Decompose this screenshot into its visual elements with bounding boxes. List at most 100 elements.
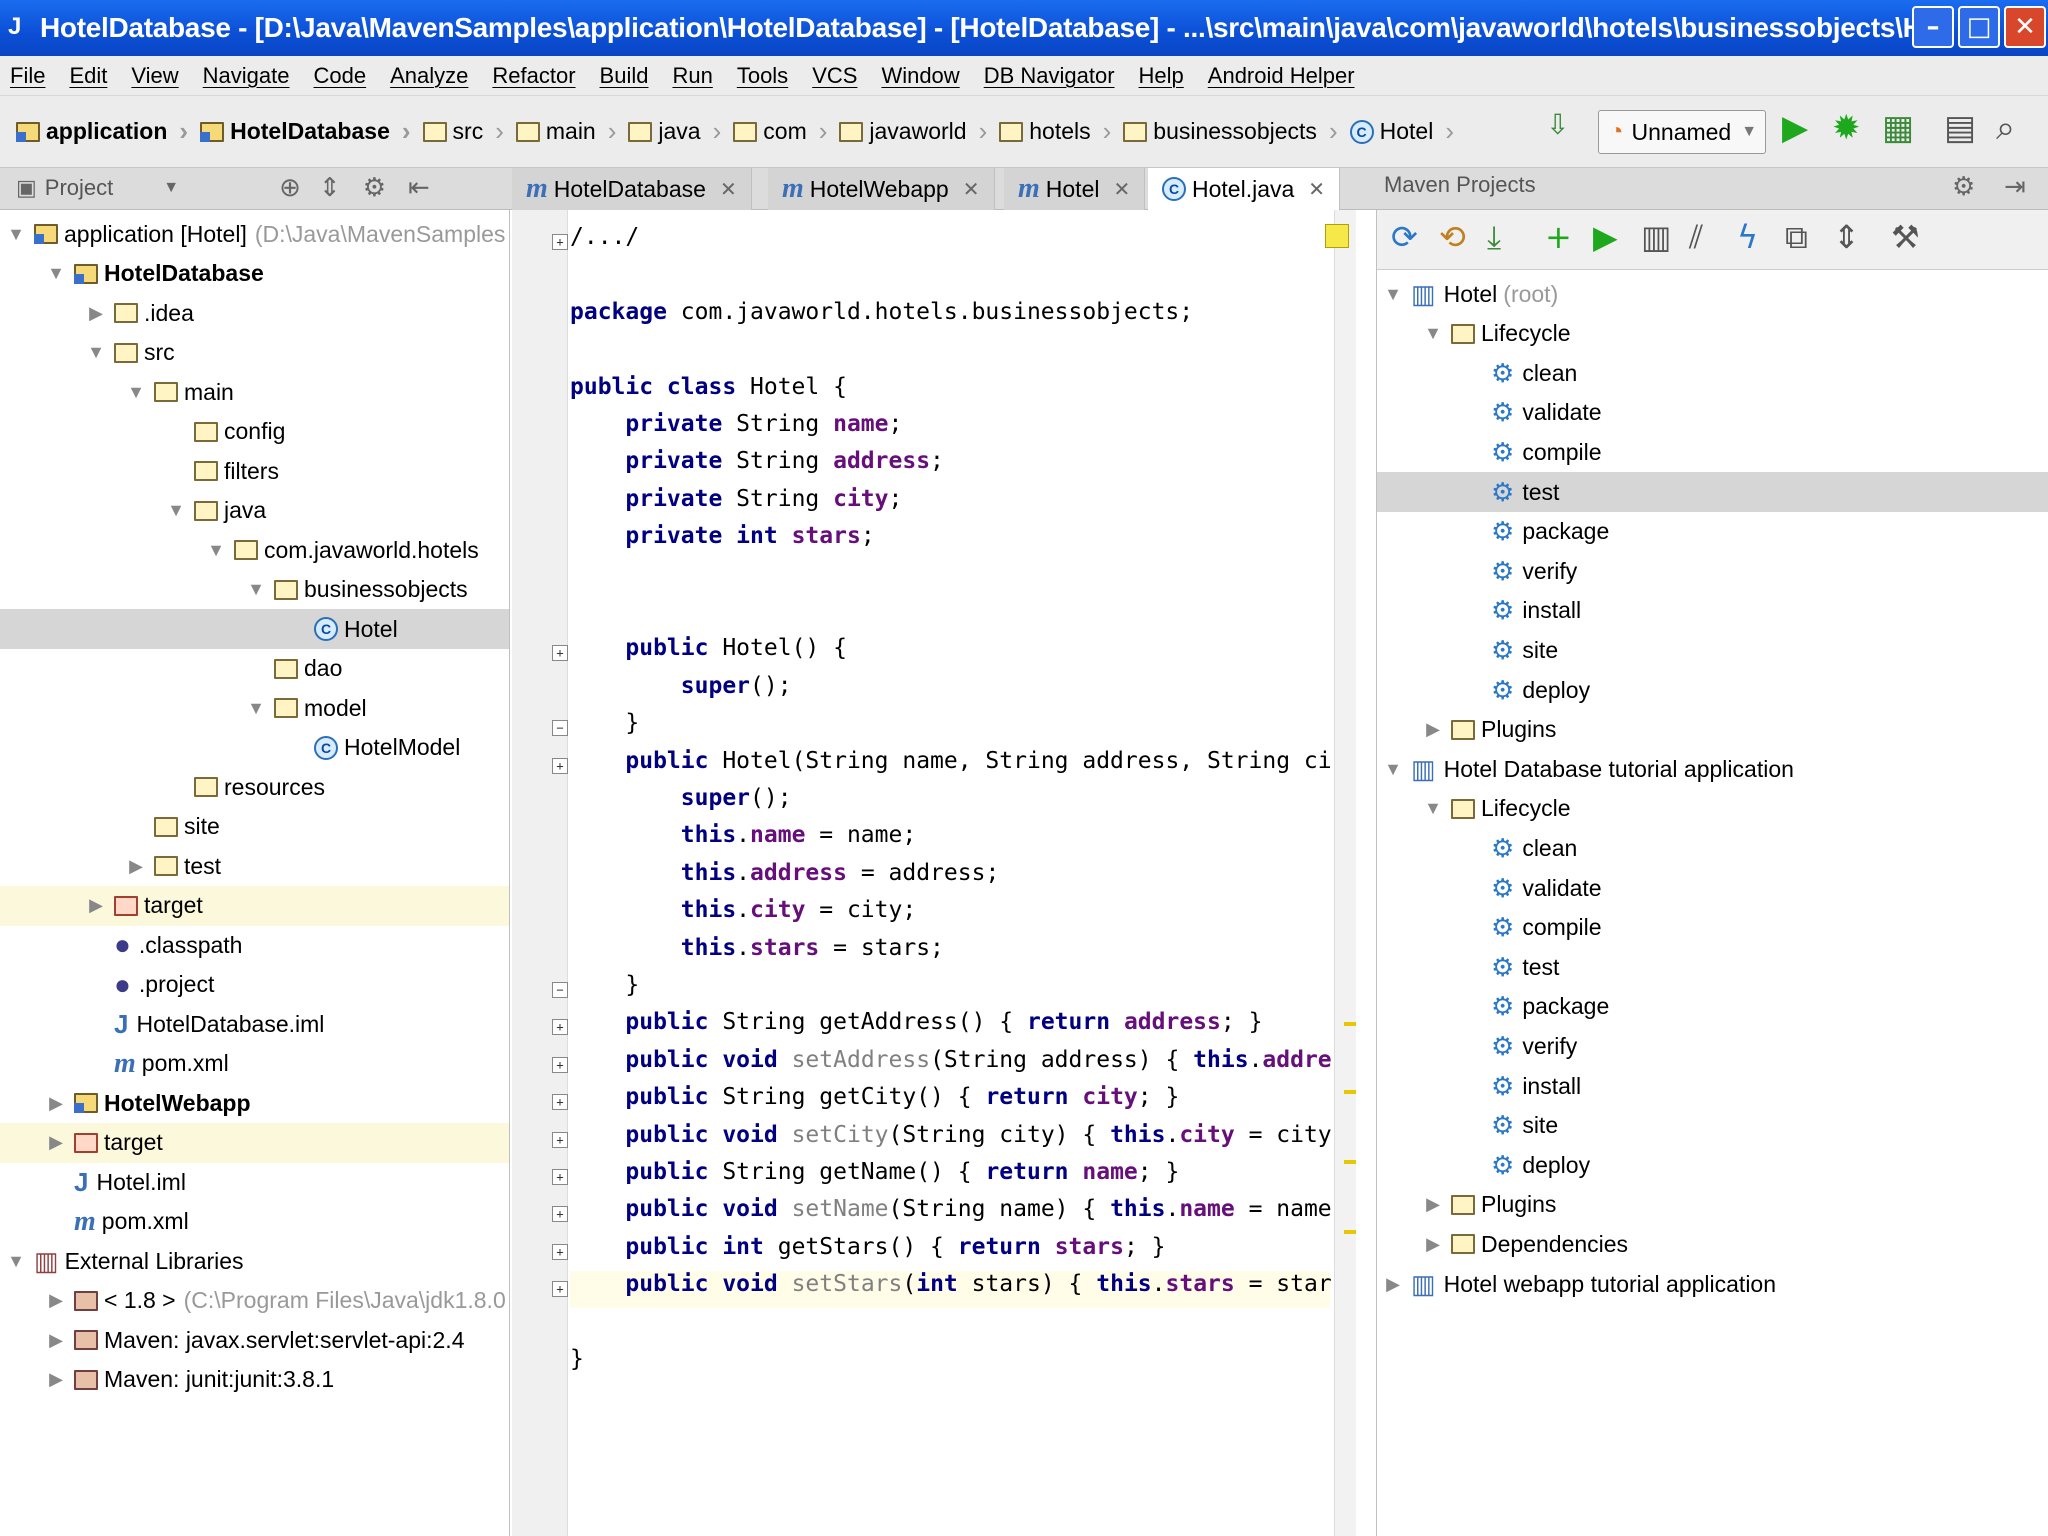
tree-item[interactable]: ● .classpath bbox=[0, 925, 509, 965]
menu-file[interactable]: File bbox=[10, 63, 45, 89]
expand-arrow-icon[interactable]: ▶ bbox=[46, 1369, 66, 1390]
tree-item[interactable]: ▶ target bbox=[0, 885, 509, 926]
breadcrumb-item-main[interactable]: main › bbox=[515, 116, 616, 147]
warning-marker[interactable] bbox=[1344, 1230, 1356, 1234]
close-icon[interactable]: ✕ bbox=[1113, 177, 1130, 202]
fold-toggle-icon[interactable]: + bbox=[552, 757, 568, 774]
project-structure-icon[interactable]: ▤ bbox=[1944, 108, 1976, 148]
tree-item[interactable]: ▼ com.javaworld.hotels bbox=[0, 530, 509, 570]
expand-arrow-icon[interactable]: ▶ bbox=[46, 1330, 66, 1351]
tree-item[interactable]: C HotelModel bbox=[0, 728, 509, 768]
expand-arrow-icon[interactable]: ▶ bbox=[86, 895, 106, 916]
fold-toggle-icon[interactable]: + bbox=[552, 645, 568, 662]
breadcrumb-item-application[interactable]: application › bbox=[16, 116, 188, 147]
tab-hoteldatabase[interactable]: m HotelDatabase ✕ bbox=[512, 168, 752, 210]
maven-tree-item[interactable]: ⚙ install bbox=[1377, 1066, 2048, 1106]
tree-item[interactable]: ▼ main bbox=[0, 372, 509, 412]
breadcrumb-item-java[interactable]: java › bbox=[628, 116, 721, 147]
fold-toggle-icon[interactable]: − bbox=[552, 720, 568, 737]
maven-tree-item[interactable]: ⚙ clean bbox=[1377, 353, 2048, 393]
tree-item[interactable]: ▶ test bbox=[0, 846, 509, 886]
fold-toggle-icon[interactable]: + bbox=[552, 234, 568, 250]
maven-tree-item[interactable]: ▶ Dependencies bbox=[1377, 1224, 2048, 1264]
maven-tree-item[interactable]: ▼ ▥ Hotel (root) bbox=[1377, 274, 2048, 314]
minimize-button[interactable]: – bbox=[1912, 6, 1954, 48]
hide-panel-icon[interactable]: ⇥ bbox=[2004, 172, 2026, 202]
maven-tree-item[interactable]: ▼ Lifecycle bbox=[1377, 789, 2048, 829]
maven-tree-item[interactable]: ⚙ install bbox=[1377, 591, 2048, 631]
expand-arrow-icon[interactable]: ▶ bbox=[86, 303, 106, 324]
expand-arrow-icon[interactable]: ▼ bbox=[206, 540, 226, 561]
menu-android-helper[interactable]: Android Helper bbox=[1208, 63, 1355, 89]
code-editor[interactable]: /.../ package com.javaworld.hotels.busine… bbox=[568, 210, 1334, 1536]
maven-settings-icon[interactable]: ▥ bbox=[1641, 218, 1671, 256]
tree-item[interactable]: ▼ src bbox=[0, 333, 509, 373]
tree-item[interactable]: ▼ businessobjects bbox=[0, 570, 509, 610]
menu-refactor[interactable]: Refactor bbox=[492, 63, 575, 89]
expand-arrow-icon[interactable]: ▼ bbox=[1423, 798, 1443, 819]
close-icon[interactable]: ✕ bbox=[720, 177, 737, 202]
run-configuration-select[interactable]: ◔ Unnamed ▼ bbox=[1598, 110, 1766, 154]
breadcrumb-item-businessobjects[interactable]: businessobjects › bbox=[1123, 116, 1338, 147]
tab-hotel-java[interactable]: C Hotel.java ✕ bbox=[1148, 168, 1341, 210]
expand-arrow-icon[interactable]: ▼ bbox=[6, 224, 26, 245]
maven-tree-item[interactable]: ▶ Plugins bbox=[1377, 1185, 2048, 1225]
maven-tree-item[interactable]: ⚙ deploy bbox=[1377, 1145, 2048, 1185]
maven-tree-item[interactable]: ⚙ verify bbox=[1377, 1026, 2048, 1066]
expand-arrow-icon[interactable]: ▼ bbox=[246, 698, 266, 719]
menu-analyze[interactable]: Analyze bbox=[390, 63, 468, 89]
menu-tools[interactable]: Tools bbox=[737, 63, 788, 89]
tab-hotel[interactable]: m Hotel ✕ bbox=[1004, 168, 1146, 210]
expand-arrow-icon[interactable]: ▼ bbox=[126, 382, 146, 403]
expand-arrow-icon[interactable]: ▶ bbox=[1383, 1274, 1403, 1295]
show-dependencies-icon[interactable]: ⧉ bbox=[1785, 218, 1808, 257]
expand-arrow-icon[interactable]: ▼ bbox=[46, 263, 66, 284]
fold-toggle-icon[interactable]: + bbox=[552, 1056, 568, 1073]
expand-arrow-icon[interactable]: ▶ bbox=[126, 856, 146, 877]
tree-item[interactable]: C Hotel bbox=[0, 609, 509, 649]
expand-arrow-icon[interactable]: ▶ bbox=[1423, 1234, 1443, 1255]
maven-tree-item[interactable]: ⚙ package bbox=[1377, 512, 2048, 552]
tree-item[interactable]: ▶ target bbox=[0, 1122, 509, 1163]
expand-arrow-icon[interactable]: ▼ bbox=[1383, 759, 1403, 780]
maven-tree-item[interactable]: ▼ ▥ Hotel Database tutorial application bbox=[1377, 749, 2048, 789]
sort-icon[interactable]: ⇩ bbox=[1546, 108, 1569, 141]
skip-tests-icon[interactable]: ϟ bbox=[1737, 218, 1758, 256]
toggle-offline-icon[interactable]: ⫽ bbox=[1689, 218, 1703, 257]
search-icon[interactable]: ⌕ bbox=[1996, 108, 2015, 148]
breadcrumb-item-hotel[interactable]: C Hotel › bbox=[1349, 116, 1454, 147]
expand-arrow-icon[interactable]: ▼ bbox=[1423, 323, 1443, 344]
fold-toggle-icon[interactable]: + bbox=[552, 1206, 568, 1223]
tree-item[interactable]: ▼ ▥ External Libraries bbox=[0, 1241, 509, 1281]
menu-vcs[interactable]: VCS bbox=[812, 63, 857, 89]
expand-arrow-icon[interactable]: ▼ bbox=[166, 500, 186, 521]
expand-arrow-icon[interactable]: ▼ bbox=[1383, 284, 1403, 305]
gear-icon[interactable]: ⚙ bbox=[1952, 172, 1975, 202]
breadcrumb-item-javaworld[interactable]: javaworld › bbox=[839, 116, 987, 147]
gear-icon[interactable]: ⚙ bbox=[363, 172, 386, 203]
fold-toggle-icon[interactable]: + bbox=[552, 1131, 568, 1148]
tree-item[interactable]: m pom.xml bbox=[0, 1202, 509, 1242]
fold-toggle-icon[interactable]: + bbox=[552, 1169, 568, 1185]
generate-sources-icon[interactable]: ⟲ bbox=[1439, 218, 1466, 256]
menu-db-navigator[interactable]: DB Navigator bbox=[984, 63, 1115, 89]
expand-arrow-icon[interactable]: ▼ bbox=[6, 1251, 26, 1272]
menu-edit[interactable]: Edit bbox=[69, 63, 107, 89]
maven-tree-item[interactable]: ⚙ package bbox=[1377, 987, 2048, 1027]
wrench-icon[interactable]: ⚒ bbox=[1891, 218, 1920, 256]
tree-item[interactable]: filters bbox=[0, 451, 509, 491]
maven-tree-item[interactable]: ⚙ site bbox=[1377, 1106, 2048, 1146]
tree-item[interactable]: ▼ java bbox=[0, 491, 509, 531]
fold-toggle-icon[interactable]: + bbox=[552, 1243, 568, 1260]
fold-toggle-icon[interactable]: + bbox=[552, 1281, 568, 1298]
menu-run[interactable]: Run bbox=[672, 63, 712, 89]
maven-tree-item[interactable]: ▶ ▥ Hotel webapp tutorial application bbox=[1377, 1264, 2048, 1304]
tree-item[interactable]: ▼ model bbox=[0, 688, 509, 728]
refresh-icon[interactable]: ⟳ bbox=[1391, 218, 1418, 256]
coverage-icon[interactable]: ▦ bbox=[1882, 108, 1914, 148]
menu-window[interactable]: Window bbox=[881, 63, 959, 89]
menu-code[interactable]: Code bbox=[314, 63, 367, 89]
maven-tree-item[interactable]: ▶ Plugins bbox=[1377, 710, 2048, 750]
menu-view[interactable]: View bbox=[131, 63, 178, 89]
fold-toggle-icon[interactable]: − bbox=[552, 982, 568, 998]
